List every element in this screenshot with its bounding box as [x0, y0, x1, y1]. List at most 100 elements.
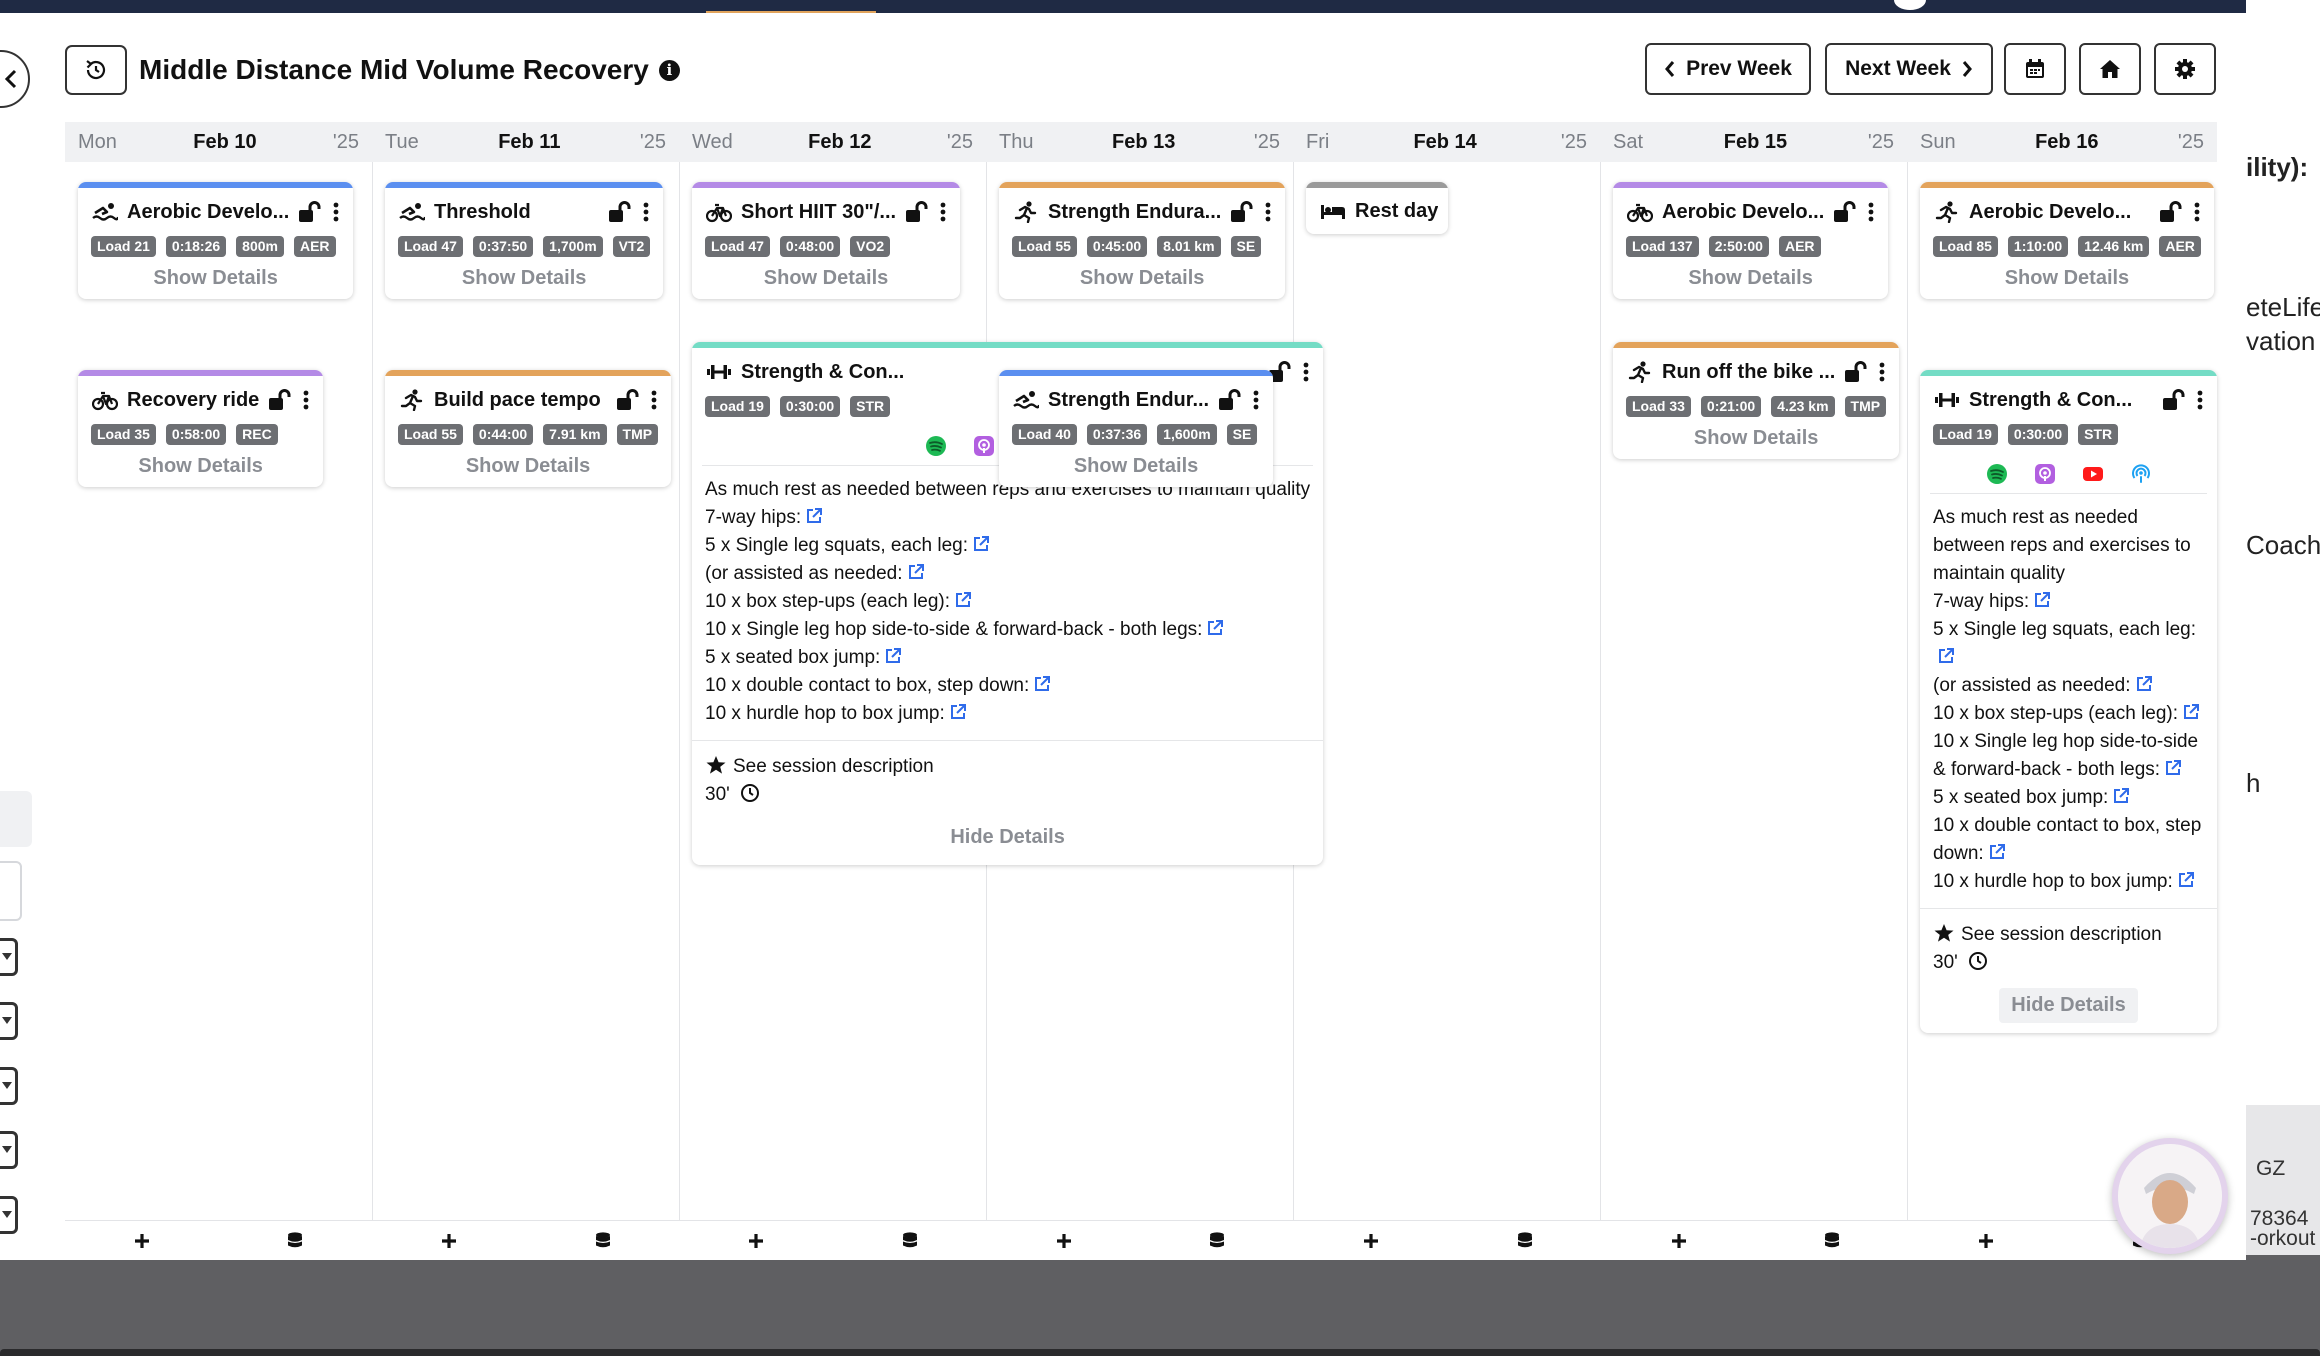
podcast-app-icon[interactable]: [2034, 463, 2056, 485]
unlock-icon[interactable]: [2161, 389, 2185, 411]
workout-title[interactable]: Aerobic Develo...: [1969, 201, 2150, 224]
external-link-icon[interactable]: [801, 507, 823, 528]
workout-library-button[interactable]: [1141, 1221, 1294, 1260]
add-workout-button[interactable]: [680, 1221, 833, 1260]
settings-button[interactable]: [2154, 43, 2216, 95]
external-link-icon[interactable]: [2178, 703, 2200, 724]
external-link-icon[interactable]: [2131, 675, 2153, 696]
workout-library-button[interactable]: [526, 1221, 679, 1260]
card-header[interactable]: Rest day: [1306, 188, 1448, 234]
more-options-icon[interactable]: [329, 201, 343, 223]
workout-title[interactable]: Aerobic Develo...: [127, 201, 289, 224]
card-header[interactable]: Strength Endura...: [999, 188, 1285, 236]
external-link-icon[interactable]: [903, 563, 925, 584]
sidebar-dropdown[interactable]: [0, 1131, 18, 1169]
add-workout-button[interactable]: [372, 1221, 525, 1260]
workout-card[interactable]: Rest day: [1306, 182, 1449, 234]
workout-title[interactable]: Aerobic Develo...: [1662, 201, 1824, 224]
hide-details-button[interactable]: Hide Details: [938, 820, 1076, 855]
next-week-button[interactable]: Next Week: [1825, 43, 1993, 95]
show-details-button[interactable]: Show Details: [692, 257, 960, 299]
card-header[interactable]: Aerobic Develo...: [78, 188, 353, 236]
more-options-icon[interactable]: [1299, 361, 1313, 383]
unlock-icon[interactable]: [904, 201, 928, 223]
add-workout-button[interactable]: [65, 1221, 218, 1260]
add-workout-button[interactable]: [987, 1221, 1140, 1260]
add-workout-button[interactable]: [1602, 1221, 1755, 1260]
show-details-button[interactable]: Show Details: [1613, 417, 1899, 459]
card-header[interactable]: Short HIIT 30"/...: [692, 188, 960, 236]
show-details-button[interactable]: Show Details: [999, 445, 1273, 487]
external-link-icon[interactable]: [1984, 843, 2006, 864]
show-details-button[interactable]: Show Details: [78, 257, 353, 299]
workout-card[interactable]: Build pace tempo Load 55 0:44:00 7.91 km TMP…: [385, 370, 672, 487]
unlock-icon[interactable]: [1832, 201, 1856, 223]
more-options-icon[interactable]: [647, 389, 661, 411]
workout-library-button[interactable]: [219, 1221, 372, 1260]
more-options-icon[interactable]: [2190, 201, 2204, 223]
external-link-icon[interactable]: [1029, 675, 1051, 696]
external-link-icon[interactable]: [2108, 787, 2130, 808]
external-link-icon[interactable]: [950, 591, 972, 612]
spotify-icon[interactable]: [1986, 463, 2008, 485]
prev-week-button[interactable]: Prev Week: [1645, 43, 1811, 95]
unlock-icon[interactable]: [2158, 201, 2182, 223]
unlock-icon[interactable]: [267, 389, 291, 411]
show-details-button[interactable]: Show Details: [1613, 257, 1888, 299]
external-link-icon[interactable]: [968, 535, 990, 556]
workout-title[interactable]: Rest day: [1355, 200, 1438, 223]
podcast-app-icon[interactable]: [973, 435, 995, 457]
card-header[interactable]: Build pace tempo: [385, 376, 671, 424]
more-options-icon[interactable]: [1875, 361, 1889, 383]
workout-title[interactable]: Run off the bike ...: [1662, 361, 1835, 384]
workout-card[interactable]: Strength & Con... Load 19 0:30:00 STR As muc…: [1920, 370, 2217, 1033]
workout-card[interactable]: Aerobic Develo... Load 137 2:50:00 AER Show …: [1613, 182, 1889, 299]
external-link-icon[interactable]: [945, 703, 967, 724]
show-details-button[interactable]: Show Details: [385, 257, 663, 299]
more-options-icon[interactable]: [639, 201, 653, 223]
youtube-icon[interactable]: [2082, 463, 2104, 485]
home-button[interactable]: [2079, 43, 2141, 95]
card-header[interactable]: Strength Endur...: [999, 376, 1273, 424]
show-details-button[interactable]: Show Details: [78, 445, 323, 487]
unlock-icon[interactable]: [297, 201, 321, 223]
hide-details-button[interactable]: Hide Details: [1999, 987, 2138, 1023]
show-details-button[interactable]: Show Details: [1920, 257, 2214, 299]
workout-card[interactable]: Strength Endura... Load 55 0:45:00 8.01 km S…: [999, 182, 1286, 299]
workout-card[interactable]: Aerobic Develo... Load 85 1:10:00 12.46 km A…: [1920, 182, 2214, 299]
workout-title[interactable]: Strength Endura...: [1048, 201, 1221, 224]
card-header[interactable]: Aerobic Develo...: [1920, 188, 2214, 236]
workout-title[interactable]: Threshold: [434, 201, 599, 224]
add-workout-button[interactable]: [1909, 1221, 2062, 1260]
sidebar-dropdown[interactable]: [0, 1067, 18, 1105]
sidebar-input[interactable]: [0, 861, 22, 921]
spotify-icon[interactable]: [925, 435, 947, 457]
workout-card[interactable]: Run off the bike ... Load 33 0:21:00 4.23 k…: [1613, 342, 1900, 459]
workout-card[interactable]: Short HIIT 30"/... Load 47 0:48:00 VO2 Show …: [692, 182, 961, 299]
more-options-icon[interactable]: [1261, 201, 1275, 223]
workout-card[interactable]: Aerobic Develo... Load 21 0:18:26 800m AER Sh…: [78, 182, 354, 299]
workout-library-button[interactable]: [834, 1221, 987, 1260]
sidebar-dropdown[interactable]: [0, 1196, 18, 1234]
sidebar-dropdown[interactable]: [0, 1002, 18, 1040]
external-link-icon[interactable]: [1202, 619, 1224, 640]
unlock-icon[interactable]: [1229, 201, 1253, 223]
unlock-icon[interactable]: [607, 201, 631, 223]
more-options-icon[interactable]: [936, 201, 950, 223]
card-header[interactable]: Recovery ride: [78, 376, 323, 424]
show-details-button[interactable]: Show Details: [385, 445, 671, 487]
more-options-icon[interactable]: [1864, 201, 1878, 223]
more-options-icon[interactable]: [2193, 389, 2207, 411]
workout-library-button[interactable]: [1448, 1221, 1601, 1260]
workout-card[interactable]: Threshold Load 47 0:37:50 1,700m VT2 Show Det…: [385, 182, 664, 299]
collapse-sidebar-button[interactable]: [0, 50, 30, 108]
card-header[interactable]: Aerobic Develo...: [1613, 188, 1888, 236]
external-link-icon[interactable]: [1933, 647, 1955, 668]
workout-title[interactable]: Build pace tempo: [434, 389, 607, 412]
podcast-icon[interactable]: [2130, 463, 2152, 485]
workout-title[interactable]: Short HIIT 30"/...: [741, 201, 896, 224]
card-header[interactable]: Strength & Con...: [1920, 376, 2217, 424]
card-header[interactable]: Threshold: [385, 188, 663, 236]
calendar-button[interactable]: [2004, 43, 2066, 95]
more-options-icon[interactable]: [1249, 389, 1263, 411]
